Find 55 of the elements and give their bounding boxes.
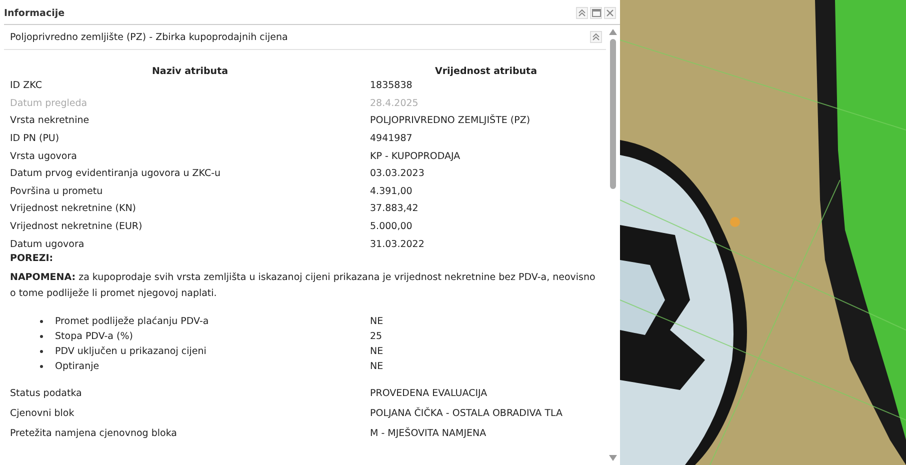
scroll-down-icon[interactable] [609, 455, 617, 461]
bullet-icon [40, 320, 43, 323]
collapse-button[interactable] [576, 7, 588, 19]
attribute-value: M - MJEŠOVITA NAMJENA [370, 428, 488, 440]
attribute-value: POLJANA ČIČKA - OSTALA OBRADIVA TLA [370, 408, 564, 420]
attribute-value: NE [370, 346, 384, 357]
attribute-value: 4.391,00 [370, 186, 414, 197]
attribute-value: NE [370, 360, 384, 372]
attribute-value: NE [370, 316, 384, 327]
chevron-up-icon [578, 9, 586, 17]
bullet-icon [40, 350, 43, 353]
attribute-name: Datum ugovora [10, 238, 86, 250]
column-header: Naziv atributa [152, 66, 228, 77]
attribute-value: 28.4.2025 [370, 98, 420, 109]
attribute-name: Vrsta nekretnine [10, 115, 90, 126]
attribute-value: 25 [370, 330, 384, 342]
note-text: NAPOMENA: za kupoprodaje svih vrsta zemljišta u iskazanoj cijeni prikazana je vrijednost nekretnine bez PDV-a, neovisno o tome podliježe li promet njegovoj naplati. [10, 270, 596, 301]
attribute-name: Promet podliježe plaćanju PDV-a [55, 316, 209, 327]
attribute-name: ID PN (PU) [10, 133, 60, 144]
bullet-icon [40, 364, 43, 368]
scroll-up-icon[interactable] [609, 29, 617, 35]
attribute-value: POLJOPRIVREDNO ZEMLJIŠTE (PZ) [370, 115, 532, 126]
scrollbar-thumb[interactable] [610, 39, 616, 189]
attribute-name: Datum prvog evidentiranja ugovora u ZKC-u [10, 168, 222, 180]
section-heading: POREZI: [10, 252, 54, 266]
attribute-name: Vrsta ugovora [10, 150, 78, 162]
attribute-name: PDV uključen u prikazanoj cijeni [55, 346, 206, 357]
attribute-name: ID ZKC [10, 80, 43, 92]
close-button[interactable] [604, 7, 616, 19]
attribute-name: Vrijednost nekretnine (KN) [10, 203, 138, 214]
attribute-value: 03.03.2023 [370, 168, 426, 180]
attribute-name: Cjenovni blok [10, 408, 76, 420]
chevron-up-icon [592, 33, 600, 41]
panel-title: Informacije [4, 8, 65, 18]
bullet-icon [40, 334, 43, 338]
attribute-value: 4941987 [370, 133, 414, 144]
attribute-name: Status podatka [10, 388, 83, 400]
maximize-icon [592, 9, 600, 17]
attribute-name: Vrijednost nekretnine (EUR) [10, 221, 144, 232]
close-icon [606, 9, 614, 17]
column-header: Vrijednost atributa [435, 66, 537, 77]
attribute-value: 37.883,42 [370, 203, 420, 214]
attribute-value: 1835838 [370, 80, 414, 92]
attribute-name: Pretežita namjena cjenovnog bloka [10, 428, 178, 440]
attribute-value: PROVEDENA EVALUACIJA [370, 388, 488, 400]
attribute-value: 31.03.2022 [370, 238, 426, 250]
attribute-name: Datum pregleda [10, 98, 88, 109]
collapse-button[interactable] [590, 31, 602, 43]
attribute-name: Stopa PDV-a (%) [55, 330, 133, 342]
attribute-name: Površina u prometu [10, 186, 104, 197]
attribute-value: KP - KUPOPRODAJA [370, 150, 462, 162]
maximize-button[interactable] [590, 7, 602, 19]
section-title: Poljoprivredno zemljište (PZ) - Zbirka kupoprodajnih cijena [10, 32, 288, 42]
attribute-name: Optiranje [55, 360, 100, 372]
attribute-value: 5.000,00 [370, 221, 414, 232]
